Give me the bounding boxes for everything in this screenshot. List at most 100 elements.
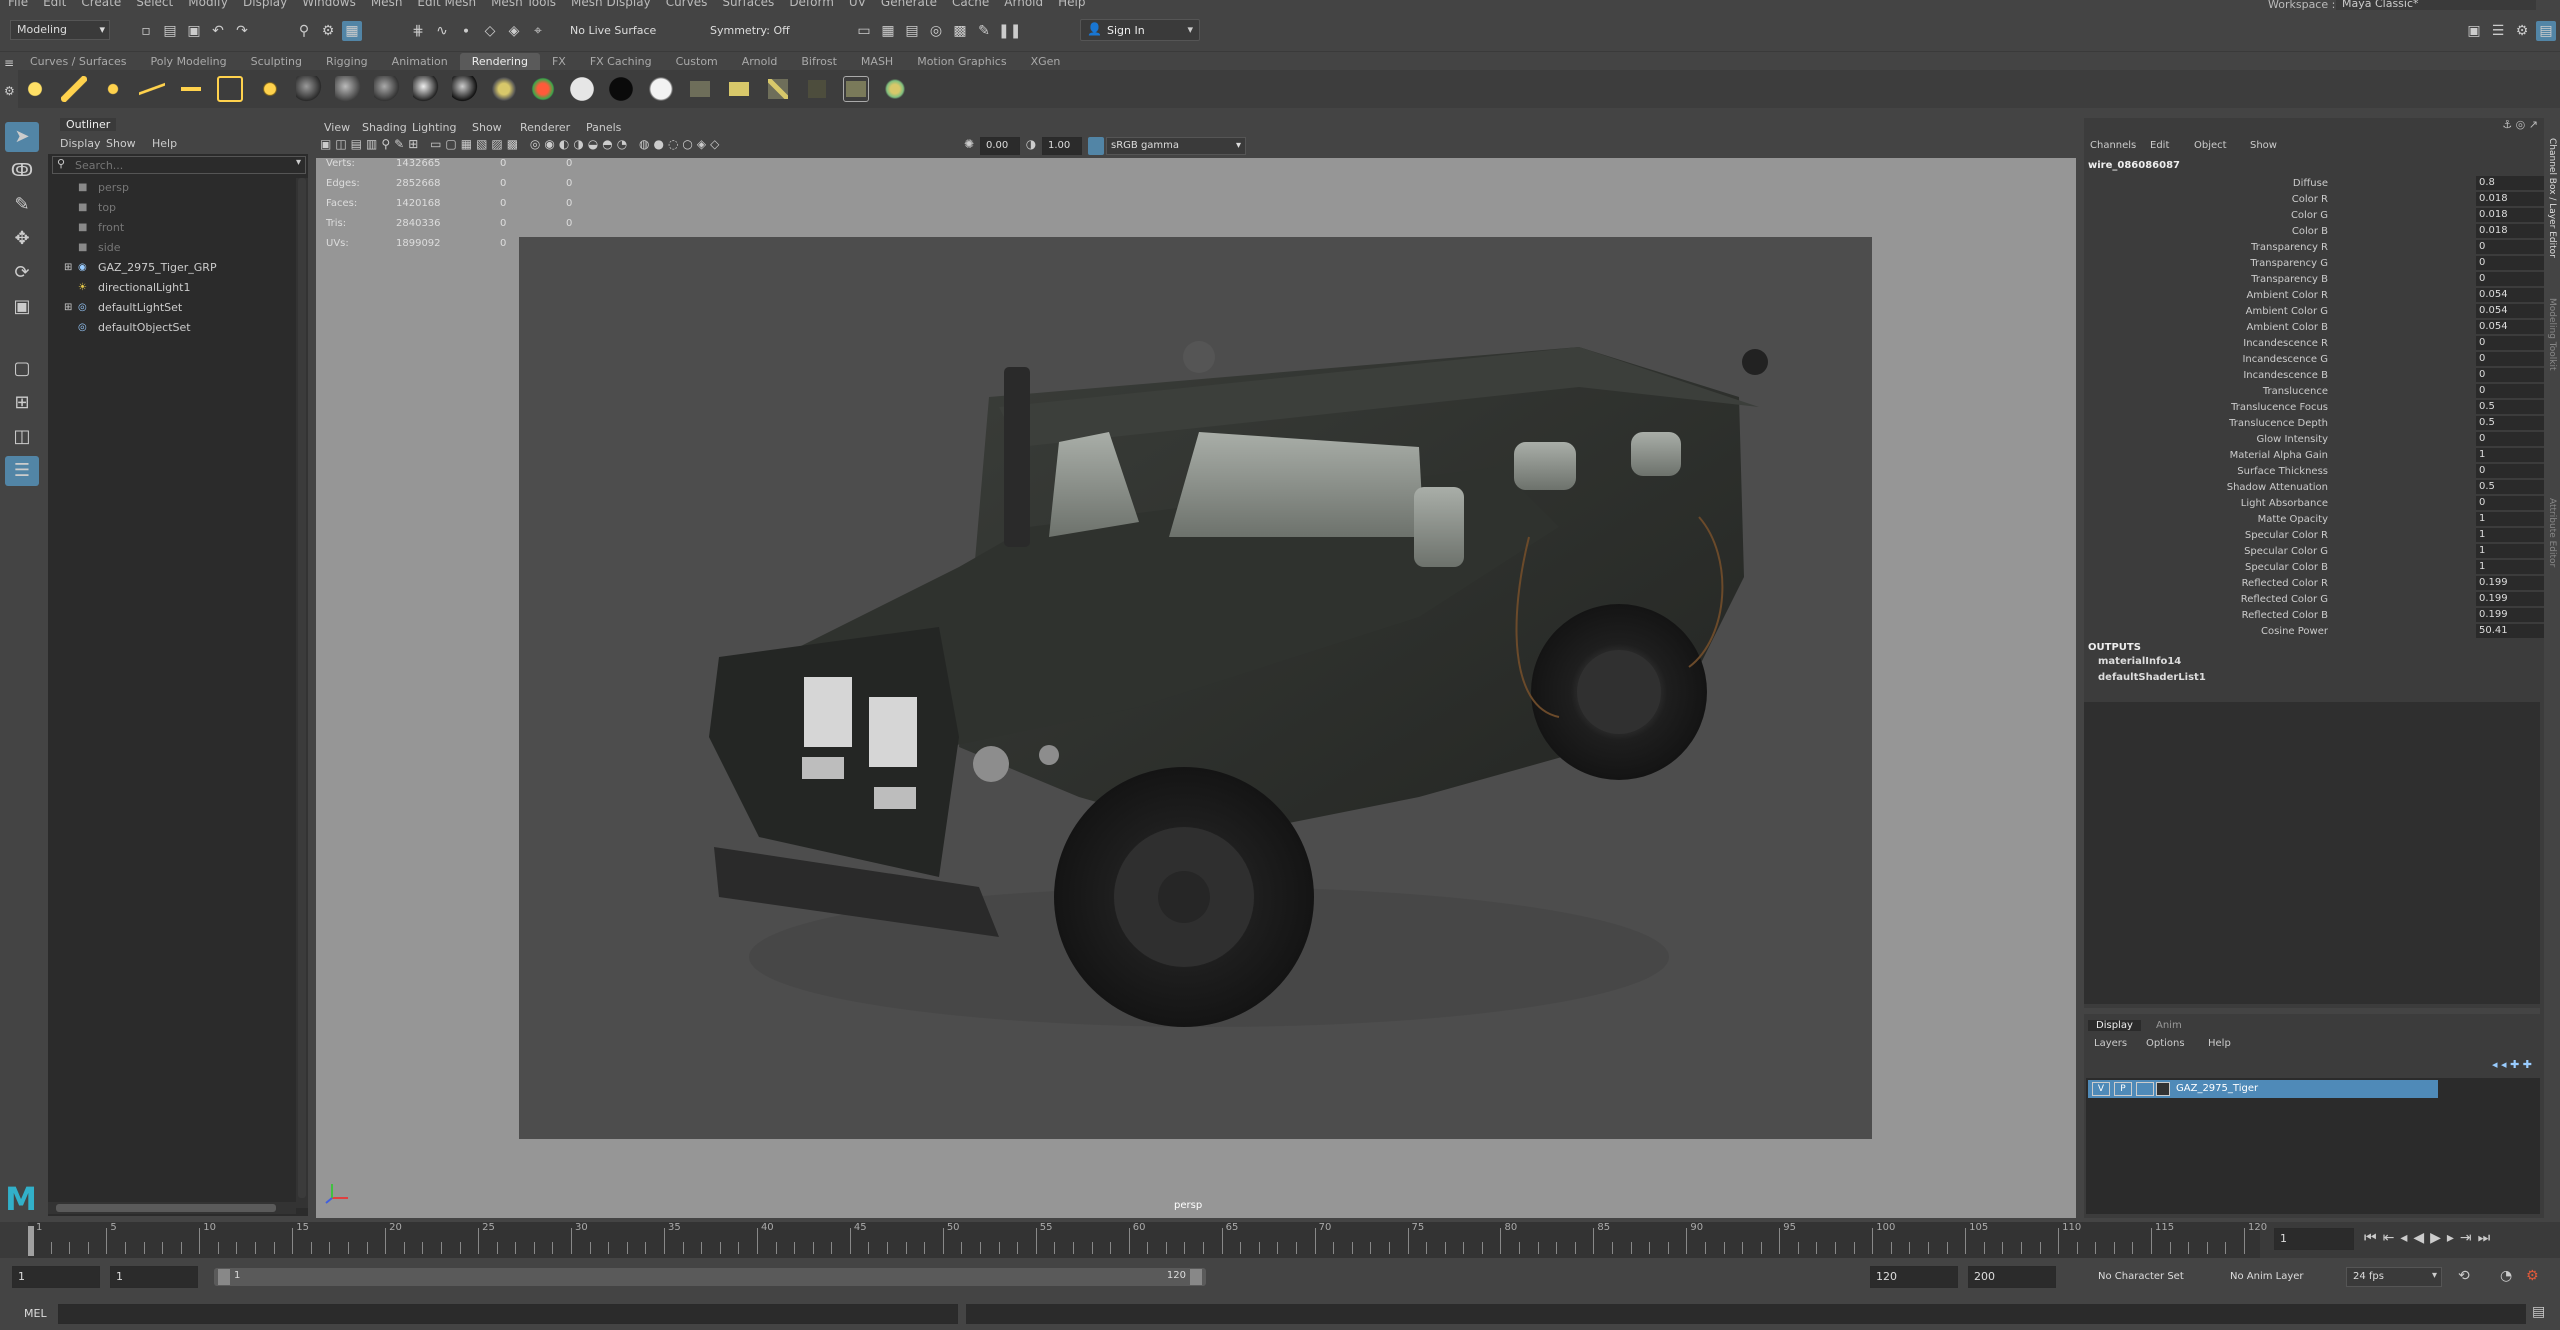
- shelf-tab-fx[interactable]: FX: [540, 53, 578, 71]
- channel-value[interactable]: 0.5: [2476, 480, 2546, 494]
- channel-row[interactable]: Reflected Color G 0.199: [2084, 592, 2546, 608]
- channel-row[interactable]: Specular Color R 1: [2084, 528, 2546, 544]
- layer-color-swatch[interactable]: [2156, 1082, 2170, 1096]
- range-start-handle[interactable]: [218, 1269, 230, 1285]
- channel-row[interactable]: Ambient Color G 0.054: [2084, 304, 2546, 320]
- channel-value[interactable]: 0: [2476, 384, 2546, 398]
- channel-value[interactable]: 0: [2476, 432, 2546, 446]
- new-scene-icon[interactable]: ▫: [136, 21, 156, 41]
- channel-value[interactable]: 0: [2476, 496, 2546, 510]
- render-current-frame-icon[interactable]: [686, 76, 713, 102]
- channel-value[interactable]: 0.018: [2476, 208, 2546, 222]
- side-tab[interactable]: Modeling Toolkit: [2547, 298, 2557, 371]
- gamma-field[interactable]: 1.00: [1042, 137, 1082, 155]
- outliner-item[interactable]: ■ top: [48, 198, 296, 218]
- channel-value[interactable]: 0.199: [2476, 592, 2546, 606]
- range-end-handle[interactable]: [1190, 1269, 1202, 1285]
- outliner-scroll-thumb[interactable]: [298, 178, 306, 1198]
- viewport-menu-panels[interactable]: Panels: [586, 121, 621, 134]
- channel-row[interactable]: Shadow Attenuation 0.5: [2084, 480, 2546, 496]
- blinn-material-icon[interactable]: [295, 76, 322, 102]
- fps-dropdown[interactable]: 24 fps ▾: [2346, 1267, 2442, 1287]
- output-node[interactable]: defaultShaderList1: [2098, 672, 2206, 683]
- spot-light-icon[interactable]: [139, 76, 166, 102]
- layer-menu-layers[interactable]: Layers: [2094, 1038, 2127, 1049]
- snap-live-icon[interactable]: ⌖: [528, 21, 548, 41]
- pause-icon[interactable]: ❚❚: [998, 21, 1021, 41]
- channel-value[interactable]: 0: [2476, 336, 2546, 350]
- channel-menu-object[interactable]: Object: [2194, 140, 2227, 151]
- shelf-tab-motion-graphics[interactable]: Motion Graphics: [905, 53, 1018, 71]
- channel-box-tools[interactable]: ⚓ ◎ ↗: [2478, 118, 2538, 134]
- chevron-down-icon[interactable]: ▾: [296, 157, 301, 168]
- channel-value[interactable]: 0: [2476, 368, 2546, 382]
- menu-create[interactable]: Create: [81, 0, 121, 8]
- open-scene-icon[interactable]: ▤: [160, 21, 180, 41]
- snap-grid-icon[interactable]: ⋕: [408, 21, 428, 41]
- layer-playback-toggle[interactable]: P: [2114, 1082, 2132, 1096]
- outliner-hscrollbar[interactable]: [48, 1202, 296, 1214]
- directional-light-icon[interactable]: [61, 76, 88, 102]
- auto-key-icon[interactable]: ◔: [2500, 1268, 2512, 1284]
- channel-row[interactable]: Incandescence B 0: [2084, 368, 2546, 384]
- snap-point-icon[interactable]: ∙: [456, 21, 476, 41]
- undo-icon[interactable]: ↶: [208, 21, 228, 41]
- camera-icon[interactable]: [256, 76, 283, 102]
- view-transform-dropdown[interactable]: sRGB gamma ▾: [1106, 137, 1246, 155]
- channel-row[interactable]: Specular Color B 1: [2084, 560, 2546, 576]
- menu-cache[interactable]: Cache: [952, 0, 989, 8]
- shelf-tab-custom[interactable]: Custom: [664, 53, 730, 71]
- channel-value[interactable]: 0: [2476, 272, 2546, 286]
- current-frame-field[interactable]: 1: [2274, 1228, 2354, 1250]
- channel-value[interactable]: 0.054: [2476, 320, 2546, 334]
- shelf-tab-mash[interactable]: MASH: [849, 53, 905, 71]
- channel-row[interactable]: Cosine Power 50.41: [2084, 624, 2546, 640]
- character-set-dropdown[interactable]: No Character Set: [2076, 1268, 2216, 1288]
- outliner-layout-icon[interactable]: ☰: [5, 456, 39, 486]
- snap-surface-icon[interactable]: ◈: [504, 21, 524, 41]
- channel-value[interactable]: 0.054: [2476, 288, 2546, 302]
- hypershade-icon[interactable]: [803, 76, 830, 102]
- search-input[interactable]: [75, 158, 275, 172]
- channel-value[interactable]: 0.5: [2476, 416, 2546, 430]
- command-input[interactable]: [58, 1304, 958, 1324]
- menu-edit-mesh[interactable]: Edit Mesh: [417, 0, 476, 8]
- redo-icon[interactable]: ↷: [232, 21, 252, 41]
- ipr-render-icon[interactable]: [725, 76, 752, 102]
- light-editor-icon[interactable]: [842, 76, 869, 102]
- render-setup-icon[interactable]: [882, 76, 909, 102]
- render-frame-icon[interactable]: ▦: [878, 21, 898, 41]
- outliner-item[interactable]: ◎ defaultObjectSet: [48, 318, 296, 338]
- outliner-menu-display[interactable]: Display: [60, 137, 101, 150]
- toggle-tool-settings-icon[interactable]: ⚙: [2512, 21, 2532, 41]
- outliner-item[interactable]: ■ persp: [48, 178, 296, 198]
- channel-row[interactable]: Transparency G 0: [2084, 256, 2546, 272]
- channel-value[interactable]: 1: [2476, 544, 2546, 558]
- menu-curves[interactable]: Curves: [666, 0, 708, 8]
- snap-curve-icon[interactable]: ∿: [432, 21, 452, 41]
- toggle-attribute-editor-icon[interactable]: ☰: [2488, 21, 2508, 41]
- phong-e-material-icon[interactable]: [412, 76, 439, 102]
- channel-row[interactable]: Specular Color G 1: [2084, 544, 2546, 560]
- channel-row[interactable]: Reflected Color B 0.199: [2084, 608, 2546, 624]
- toggle-modeling-toolkit-icon[interactable]: ▣: [2464, 21, 2484, 41]
- preferences-icon[interactable]: ⚙: [2526, 1268, 2539, 1284]
- script-editor-icon[interactable]: ▤: [2532, 1304, 2545, 1320]
- menu-edit[interactable]: Edit: [43, 0, 66, 8]
- channel-value[interactable]: 50.41: [2476, 624, 2546, 638]
- channel-row[interactable]: Color B 0.018: [2084, 224, 2546, 240]
- channel-row[interactable]: Color R 0.018: [2084, 192, 2546, 208]
- select-object-icon[interactable]: ⚙: [318, 21, 338, 41]
- symmetry-dropdown[interactable]: Symmetry: Off: [694, 20, 814, 40]
- channel-row[interactable]: Translucence 0: [2084, 384, 2546, 400]
- panel-tool-icons[interactable]: ▣◫▤▥⚲✎⊞ ▭▢▦▧▨▩ ◎◉◐◑◒◓◔ ◍●◌○◈◇: [320, 137, 960, 157]
- time-slider[interactable]: 1 5 10 15 20 25 30 35 40 45 50 55 60 65 70 75 80 85 90 95 10…: [0, 1222, 2560, 1258]
- shelf-tab-xgen[interactable]: XGen: [1019, 53, 1073, 71]
- select-component-icon[interactable]: ▦: [342, 21, 362, 41]
- render-view-icon[interactable]: ▭: [854, 21, 874, 41]
- menu-mesh[interactable]: Mesh: [371, 0, 403, 8]
- menu-help[interactable]: Help: [1058, 0, 1085, 8]
- shelf-tab-rigging[interactable]: Rigging: [314, 53, 380, 71]
- workspace-dropdown[interactable]: Maya Classic*: [2336, 0, 2536, 10]
- viewport-menu-shading[interactable]: Shading: [362, 121, 407, 134]
